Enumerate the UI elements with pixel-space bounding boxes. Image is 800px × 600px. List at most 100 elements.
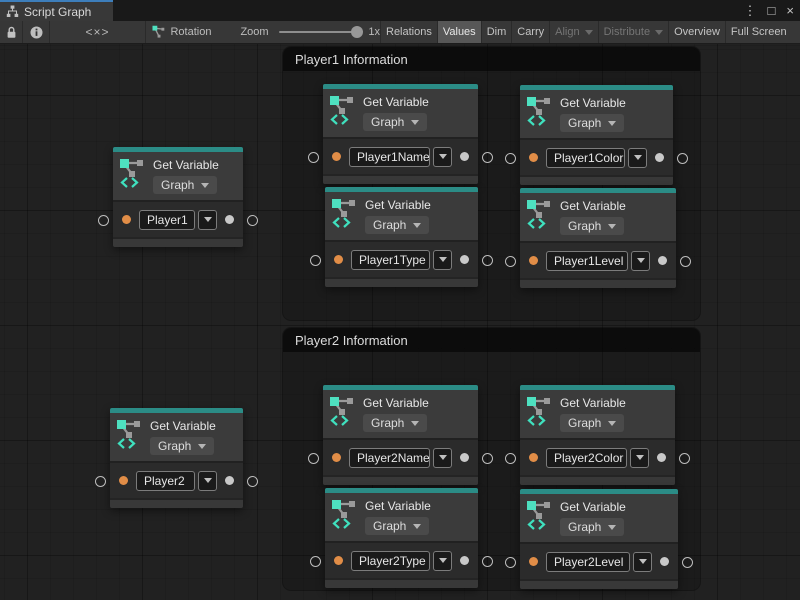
relations-button[interactable]: Relations [381,21,438,43]
output-port[interactable] [655,153,664,162]
variable-scope-dropdown[interactable]: Graph [560,518,624,536]
variable-scope-dropdown[interactable]: Graph [363,113,427,131]
get-variable-node-player2name[interactable]: Get Variable Graph Player2Name [323,385,478,485]
close-icon[interactable]: × [786,0,794,21]
input-port[interactable] [334,556,343,565]
chevron-down-icon[interactable] [198,471,217,491]
zoom-slider[interactable] [279,26,361,38]
input-port[interactable] [332,453,341,462]
output-connection-ring[interactable] [247,215,258,226]
output-port[interactable] [460,152,469,161]
variable-scope-dropdown[interactable]: Graph [363,414,427,432]
input-port[interactable] [529,256,538,265]
variable-name-dropdown[interactable]: Player2Level [546,552,652,572]
input-connection-ring[interactable] [310,255,321,266]
input-port[interactable] [122,215,131,224]
variable-name-dropdown[interactable]: Player2Name [349,448,452,468]
node-header[interactable]: Get Variable Graph [520,90,673,140]
menu-icon[interactable]: ⋮ [744,0,757,21]
input-port[interactable] [529,453,538,462]
output-port[interactable] [660,557,669,566]
fullscreen-button[interactable]: Full Screen [726,21,792,43]
output-port[interactable] [460,556,469,565]
variable-name-dropdown[interactable]: Player2Type [351,551,452,571]
distribute-dropdown[interactable]: Distribute [599,21,669,43]
variable-name-dropdown[interactable]: Player1Type [351,250,452,270]
values-button[interactable]: Values [438,21,482,43]
node-header[interactable]: Get Variable Graph [520,494,678,544]
get-variable-node-player1type[interactable]: Get Variable Graph Player1Type [325,187,478,287]
chevron-down-icon[interactable] [628,148,647,168]
input-connection-ring[interactable] [98,215,109,226]
variable-scope-dropdown[interactable]: Graph [150,437,214,455]
node-header[interactable]: Get Variable Graph [325,493,478,543]
input-connection-ring[interactable] [505,153,516,164]
get-variable-node-player2color[interactable]: Get Variable Graph Player2Color [520,385,675,485]
get-variable-node-player1color[interactable]: Get Variable Graph Player1Color [520,85,673,185]
lock-button[interactable] [0,21,23,43]
output-connection-ring[interactable] [679,453,690,464]
dim-button[interactable]: Dim [482,21,513,43]
output-connection-ring[interactable] [680,256,691,267]
variable-scope-dropdown[interactable]: Graph [560,217,624,235]
zoom-slider-track[interactable] [279,31,361,33]
output-port[interactable] [225,215,234,224]
get-variable-node-player2type[interactable]: Get Variable Graph Player2Type [325,488,478,588]
graph-canvas[interactable]: Player1 Information Player2 Information … [0,44,800,600]
info-button[interactable] [23,21,50,43]
input-port[interactable] [119,476,128,485]
carry-button[interactable]: Carry [512,21,550,43]
variable-name-dropdown[interactable]: Player1Color [546,148,647,168]
align-dropdown[interactable]: Align [550,21,598,43]
variable-scope-dropdown[interactable]: Graph [153,176,217,194]
variable-scope-dropdown[interactable]: Graph [560,114,624,132]
chevron-down-icon[interactable] [633,552,652,572]
variable-name-dropdown[interactable]: Player1Name [349,147,452,167]
input-port[interactable] [529,153,538,162]
input-port[interactable] [529,557,538,566]
node-header[interactable]: Get Variable Graph [323,390,478,440]
output-connection-ring[interactable] [247,476,258,487]
empty-graph-button[interactable]: <×> [50,21,146,43]
output-port[interactable] [658,256,667,265]
output-connection-ring[interactable] [482,556,493,567]
input-connection-ring[interactable] [505,256,516,267]
chevron-down-icon[interactable] [630,448,649,468]
output-connection-ring[interactable] [482,255,493,266]
variable-name-dropdown[interactable]: Player2Color [546,448,649,468]
get-variable-node-player2[interactable]: Get Variable Graph Player2 [110,408,243,508]
chevron-down-icon[interactable] [433,147,452,167]
output-port[interactable] [460,255,469,264]
node-header[interactable]: Get Variable Graph [113,152,243,202]
variable-name-dropdown[interactable]: Player1 [139,210,217,230]
output-port[interactable] [225,476,234,485]
input-port[interactable] [334,255,343,264]
input-connection-ring[interactable] [505,557,516,568]
variable-scope-dropdown[interactable]: Graph [365,216,429,234]
node-header[interactable]: Get Variable Graph [325,192,478,242]
group-header[interactable]: Player2 Information [283,328,700,352]
node-header[interactable]: Get Variable Graph [323,89,478,139]
output-connection-ring[interactable] [482,453,493,464]
overview-button[interactable]: Overview [669,21,726,43]
group-header[interactable]: Player1 Information [283,47,700,71]
chevron-down-icon[interactable] [631,251,650,271]
get-variable-node-player2level[interactable]: Get Variable Graph Player2Level [520,489,678,589]
chevron-down-icon[interactable] [433,551,452,571]
node-header[interactable]: Get Variable Graph [520,193,676,243]
get-variable-node-player1level[interactable]: Get Variable Graph Player1Level [520,188,676,288]
zoom-slider-handle[interactable] [351,26,363,38]
input-port[interactable] [332,152,341,161]
input-connection-ring[interactable] [95,476,106,487]
variable-scope-dropdown[interactable]: Graph [560,414,624,432]
input-connection-ring[interactable] [310,556,321,567]
get-variable-node-player1[interactable]: Get Variable Graph Player1 [113,147,243,247]
output-port[interactable] [460,453,469,462]
output-connection-ring[interactable] [482,152,493,163]
variable-name-dropdown[interactable]: Player1Level [546,251,650,271]
input-connection-ring[interactable] [505,453,516,464]
output-port[interactable] [657,453,666,462]
input-connection-ring[interactable] [308,152,319,163]
chevron-down-icon[interactable] [198,210,217,230]
variable-scope-dropdown[interactable]: Graph [365,517,429,535]
